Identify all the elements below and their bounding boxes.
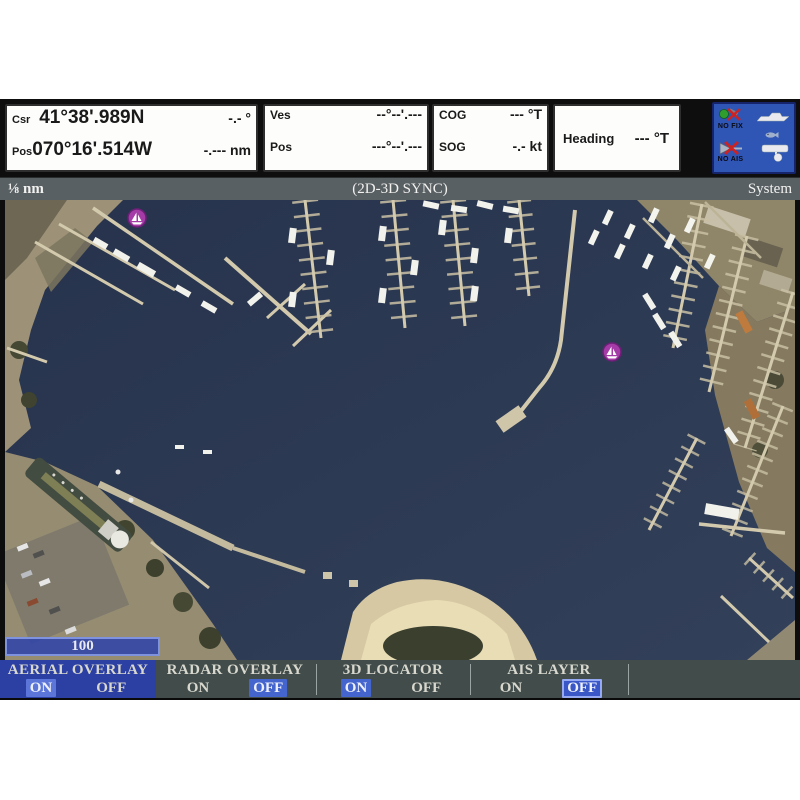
instrument-panel: Csr 41°38'.989N -.- ° Pos 070°16'.514W -… [0,99,800,177]
aerial-overlay-label: AERIAL OVERLAY [8,662,149,679]
range-indicator: ⅛ nm [8,181,44,198]
aerial-off-button[interactable]: OFF [92,679,130,697]
scale-value: 100 [71,638,94,655]
no-fix-status: NO FIX [717,108,744,131]
softkey-3d-locator[interactable]: 3D LOCATOR ON OFF [318,660,468,698]
cursor-label: Csr [12,114,30,126]
boat-icon [756,111,790,124]
sounder-transducer-icon [760,143,790,162]
vessel-pos-label: Pos [270,140,292,154]
marina-marker-icon-2[interactable] [602,342,622,362]
sog-value: -.- kt [512,138,542,154]
satellite-no-fix-icon [717,108,744,123]
system-menu-button[interactable]: System [748,181,792,198]
softkey-divider [316,664,317,695]
cursor-lat-value: 41°38'.989N [39,107,144,129]
cursor-distance-value: -.--- nm [204,142,251,158]
radar-overlay-label: RADAR OVERLAY [167,662,304,679]
softkey-divider-2 [470,664,471,695]
ais-layer-label: AIS LAYER [507,662,591,679]
softkey-ais-layer[interactable]: AIS LAYER ON OFF [472,660,626,698]
vessel-label: Ves [270,108,291,122]
cursor-bearing-value: -.- ° [228,110,251,126]
fish-icon [765,131,779,139]
no-fix-label: NO FIX [718,123,743,131]
cog-value: --- °T [510,106,542,122]
cursor-pos-label: Pos [12,146,32,158]
vessel-lon-value: ---°--'.--- [372,138,422,154]
radar-on-button[interactable]: ON [183,679,214,697]
chart-aerial-view[interactable]: 100 [5,200,795,660]
mode-bar: ⅛ nm (2D-3D SYNC) System [0,177,800,200]
status-icon-panel: NO FIX NO AIS [712,102,796,174]
aerial-on-button[interactable]: ON [26,679,57,697]
mode-title: (2D-3D SYNC) [0,181,800,198]
vessel-lat-value: --°--'.--- [377,106,422,122]
cursor-lon-value: 070°16'.514W [32,139,152,161]
softkey-divider-3 [628,664,629,695]
locator-label: 3D LOCATOR [343,662,444,679]
heading-label: Heading [555,131,614,146]
chartplotter-screen: Csr 41°38'.989N -.- ° Pos 070°16'.514W -… [0,99,800,700]
sog-label: SOG [439,140,466,154]
cog-sog-box: COG --- °T SOG -.- kt [432,104,549,172]
ais-off-button[interactable]: OFF [562,679,602,698]
no-ais-status: NO AIS [717,141,744,164]
softkey-radar-overlay[interactable]: RADAR OVERLAY ON OFF [156,660,314,698]
aerial-photo [5,200,795,660]
cog-label: COG [439,108,466,122]
vessel-position-box: Ves --°--'.--- Pos ---°--'.--- [263,104,429,172]
ais-target-no-ais-icon [717,141,744,156]
locator-on-button[interactable]: ON [341,679,372,697]
marina-marker-icon[interactable] [127,208,147,228]
heading-value: --- °T [635,130,679,147]
mooring-dot [116,470,121,475]
heading-box: Heading --- °T [553,104,681,172]
mooring-dot-2 [129,498,134,503]
locator-off-button[interactable]: OFF [407,679,445,697]
softkey-aerial-overlay[interactable]: AERIAL OVERLAY ON OFF [0,660,156,698]
softkey-menu-bar: AERIAL OVERLAY ON OFF RADAR OVERLAY ON O… [0,660,800,700]
cursor-position-box: Csr 41°38'.989N -.- ° Pos 070°16'.514W -… [5,104,258,172]
radar-off-button[interactable]: OFF [249,679,287,697]
no-ais-label: NO AIS [718,156,744,164]
ais-on-button[interactable]: ON [496,679,527,698]
scale-bar: 100 [5,637,160,656]
